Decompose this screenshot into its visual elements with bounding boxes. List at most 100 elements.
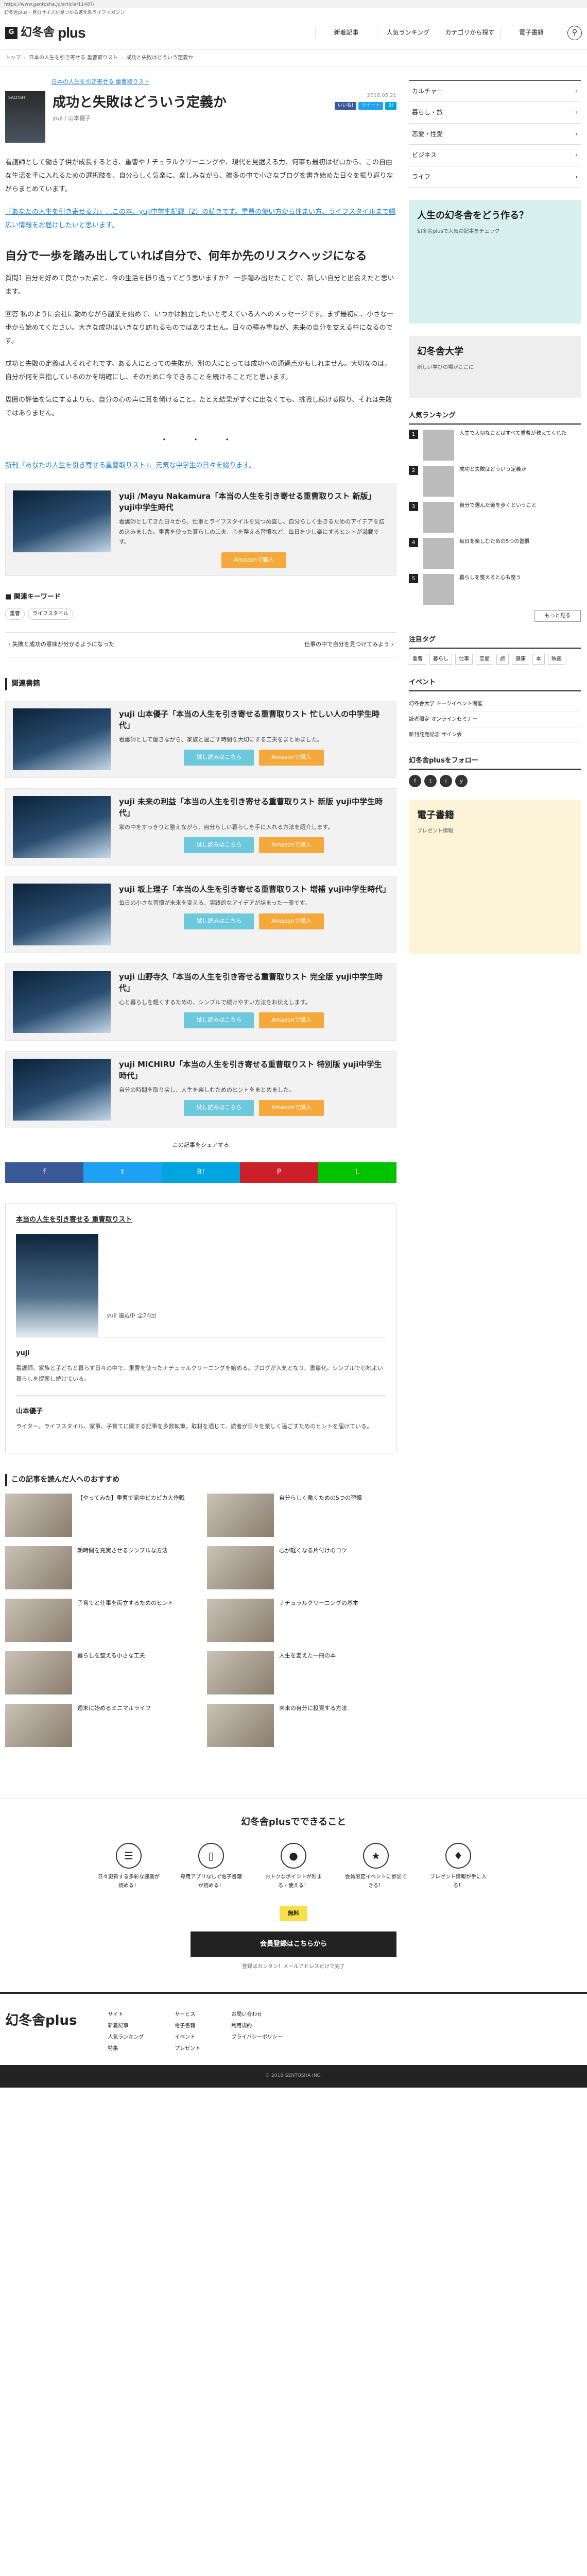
- sidebar-ad[interactable]: 人生の幻冬舎をどう作る？ 幻冬舎plusで人気の記事をチェック: [409, 199, 581, 324]
- like-button[interactable]: いいね!: [334, 101, 357, 110]
- footer-logo[interactable]: 幻冬舎plus: [5, 2009, 77, 2055]
- footer-link[interactable]: 特集: [108, 2043, 144, 2055]
- series-link[interactable]: 日本の人生を引き寄せる 重曹取りスト: [5, 77, 396, 87]
- amazon-button[interactable]: Amazonで購入: [221, 552, 286, 568]
- tag-item[interactable]: 重曹: [409, 654, 426, 665]
- footer-link[interactable]: 利用規約: [231, 2021, 283, 2032]
- list-item[interactable]: 自分らしく働くための5つの習慣: [207, 1493, 396, 1537]
- pocket-share-button[interactable]: P: [240, 1162, 318, 1183]
- footer-link[interactable]: 人気ランキング: [108, 2032, 144, 2043]
- event-item[interactable]: 読者限定 オンラインセミナー: [409, 712, 581, 728]
- instagram-icon[interactable]: i: [440, 775, 452, 788]
- tag-item[interactable]: 恋愛: [476, 654, 493, 665]
- book-cover[interactable]: [13, 795, 111, 858]
- list-item[interactable]: 人生を変えた一冊の本: [207, 1651, 396, 1694]
- twitter-icon[interactable]: t: [424, 775, 437, 788]
- footer-link[interactable]: 電子書籍: [175, 2021, 200, 2032]
- site-logo[interactable]: G 幻冬舎 plus: [5, 21, 86, 45]
- sidebar-item-lifestyle[interactable]: ライフ ›: [409, 166, 581, 188]
- article-link[interactable]: 『あなたの人生を引き寄せる力』…この本、yuji中学生記録（2）の続きです。重曹…: [5, 206, 396, 232]
- breadcrumb-series[interactable]: 日本の人生を引き寄せる 重曹取りスト: [29, 54, 118, 62]
- ranking-item[interactable]: 5 暮らしを整えると心も整う: [409, 574, 581, 605]
- tag-item[interactable]: 旅: [496, 654, 509, 665]
- facebook-share-button[interactable]: f: [5, 1162, 83, 1183]
- keyword-tag[interactable]: ライフスタイル: [28, 608, 73, 620]
- sidebar-item-love[interactable]: 恋愛・性愛 ›: [409, 124, 581, 145]
- sidebar-ad[interactable]: 幻冬舎大学 新しい学びの場がここに: [409, 335, 581, 398]
- list-item[interactable]: 週末に始めるミニマルライフ: [5, 1703, 195, 1747]
- tweet-button[interactable]: ツイート: [358, 101, 384, 110]
- list-item[interactable]: 【やってみた】重曹で家中ピカピカ大作戦: [5, 1493, 195, 1537]
- youtube-icon[interactable]: y: [455, 775, 468, 788]
- article-footnote-link[interactable]: 新刊『あなたの人生を引き寄せる重曹取りスト』、元気な中学生の日々を綴ります。: [5, 459, 396, 472]
- amazon-button[interactable]: Amazonで購入: [259, 1100, 324, 1116]
- next-article-link[interactable]: 仕事の中で自分を見つけてみよう ›: [304, 640, 393, 650]
- book-cover[interactable]: [13, 883, 111, 945]
- nav-new[interactable]: 新着記事: [315, 27, 377, 38]
- book-title[interactable]: yuji MICHIRU「本当の人生を引き寄せる重曹取りスト 特別版 yuji中…: [119, 1059, 389, 1082]
- tag-item[interactable]: 本: [532, 654, 545, 665]
- book-title[interactable]: yuji 山野寺久「本当の人生を引き寄せる重曹取りスト 完全版 yuji中学生時…: [119, 971, 389, 994]
- ranking-more-button[interactable]: もっと見る: [534, 610, 581, 622]
- book-cover[interactable]: [13, 971, 111, 1033]
- search-icon[interactable]: ⚲: [567, 25, 582, 40]
- tag-item[interactable]: 仕事: [455, 654, 473, 665]
- ranking-item[interactable]: 3 自分で選んだ道を歩くということ: [409, 502, 581, 533]
- tag-item[interactable]: 健康: [512, 654, 529, 665]
- book-title[interactable]: yuji 坂上理子「本当の人生を引き寄せる重曹取りスト 増補 yuji中学生時代…: [119, 884, 390, 895]
- breadcrumb-home[interactable]: トップ: [5, 54, 21, 62]
- footer-link[interactable]: プライバシーポリシー: [231, 2032, 283, 2043]
- book-cover[interactable]: [13, 490, 111, 552]
- book-title[interactable]: yuji 未来の利益「本当の人生を引き寄せる重曹取りスト 新版 yuji中学生時…: [119, 796, 389, 819]
- tag-item[interactable]: 映画: [548, 654, 565, 665]
- preview-button[interactable]: 試し読みはこちら: [184, 750, 254, 766]
- list-item[interactable]: 暮らしを整える小さな工夫: [5, 1651, 195, 1694]
- preview-button[interactable]: 試し読みはこちら: [184, 1100, 254, 1116]
- facebook-icon[interactable]: f: [409, 775, 421, 788]
- ranking-item[interactable]: 2 成功と失敗はどういう定義か: [409, 466, 581, 497]
- preview-button[interactable]: 試し読みはこちら: [184, 837, 254, 854]
- ranking-item[interactable]: 4 毎日を楽しむための5つの習慣: [409, 538, 581, 569]
- list-item[interactable]: 心が軽くなる片付けのコツ: [207, 1546, 396, 1589]
- footer-link[interactable]: お問い合わせ: [231, 2009, 283, 2021]
- amazon-button[interactable]: Amazonで購入: [259, 1012, 324, 1029]
- sidebar-item-business[interactable]: ビジネス ›: [409, 145, 581, 166]
- footer-link[interactable]: 新着記事: [108, 2021, 144, 2032]
- series-box-title[interactable]: 本当の人生を引き寄せる 重曹取りスト: [16, 1214, 386, 1226]
- list-item[interactable]: 子育てと仕事を両立するためのヒント: [5, 1598, 195, 1642]
- amazon-button[interactable]: Amazonで購入: [259, 837, 324, 854]
- footer-link[interactable]: サービス: [175, 2009, 200, 2021]
- event-item[interactable]: 新刊発売記念 サイン会: [409, 727, 581, 743]
- book-title[interactable]: yuji /Mayu Nakamura「本当の人生を引き寄せる重曹取りスト 新版…: [119, 490, 389, 514]
- nav-category[interactable]: カテゴリから探す: [439, 27, 500, 38]
- footer-link[interactable]: プレゼント: [175, 2043, 200, 2055]
- prev-article-link[interactable]: ‹ 失敗と成功の意味が分かるようになった: [8, 640, 114, 650]
- book-cover[interactable]: [13, 1058, 111, 1121]
- ranking-item[interactable]: 1 人生で大切なことはすべて重曹が教えてくれた: [409, 430, 581, 461]
- footer-link[interactable]: イベント: [175, 2032, 200, 2043]
- book-title[interactable]: yuji 山本優子「本当の人生を引き寄せる重曹取りスト 忙しい人の中学生時代」: [119, 708, 389, 732]
- sidebar-item-culture[interactable]: カルチャー ›: [409, 81, 581, 103]
- list-item[interactable]: ナチュラルクリーニングの基本: [207, 1598, 396, 1642]
- nav-ranking[interactable]: 人気ランキング: [377, 27, 439, 38]
- register-button[interactable]: 会員登録はこちらから: [191, 1931, 396, 1958]
- book-cover[interactable]: [13, 708, 111, 770]
- preview-button[interactable]: 試し読みはこちら: [184, 913, 254, 929]
- twitter-share-button[interactable]: t: [83, 1162, 162, 1183]
- amazon-button[interactable]: Amazonで購入: [259, 750, 324, 766]
- hatena-button[interactable]: B!: [385, 101, 396, 110]
- footer-link[interactable]: サイト: [108, 2009, 144, 2021]
- author-name[interactable]: yuji / 山本優子: [53, 114, 227, 124]
- preview-button[interactable]: 試し読みはこちら: [184, 1012, 254, 1029]
- sidebar-book-ad[interactable]: 電子書籍 プレゼント情報: [409, 800, 581, 955]
- sidebar-item-life[interactable]: 暮らし・旅 ›: [409, 102, 581, 124]
- line-share-button[interactable]: L: [318, 1162, 396, 1183]
- hatena-share-button[interactable]: B!: [162, 1162, 240, 1183]
- nav-ebook[interactable]: 電子書籍: [500, 27, 562, 38]
- series-thumbnail[interactable]: SALTISH: [5, 91, 45, 143]
- keyword-tag[interactable]: 重曹: [5, 608, 25, 620]
- list-item[interactable]: 未来の自分に投資する方法: [207, 1703, 396, 1747]
- series-cover[interactable]: [16, 1234, 98, 1337]
- tag-item[interactable]: 暮らし: [429, 654, 452, 665]
- list-item[interactable]: 朝時間を充実させるシンプルな方法: [5, 1546, 195, 1589]
